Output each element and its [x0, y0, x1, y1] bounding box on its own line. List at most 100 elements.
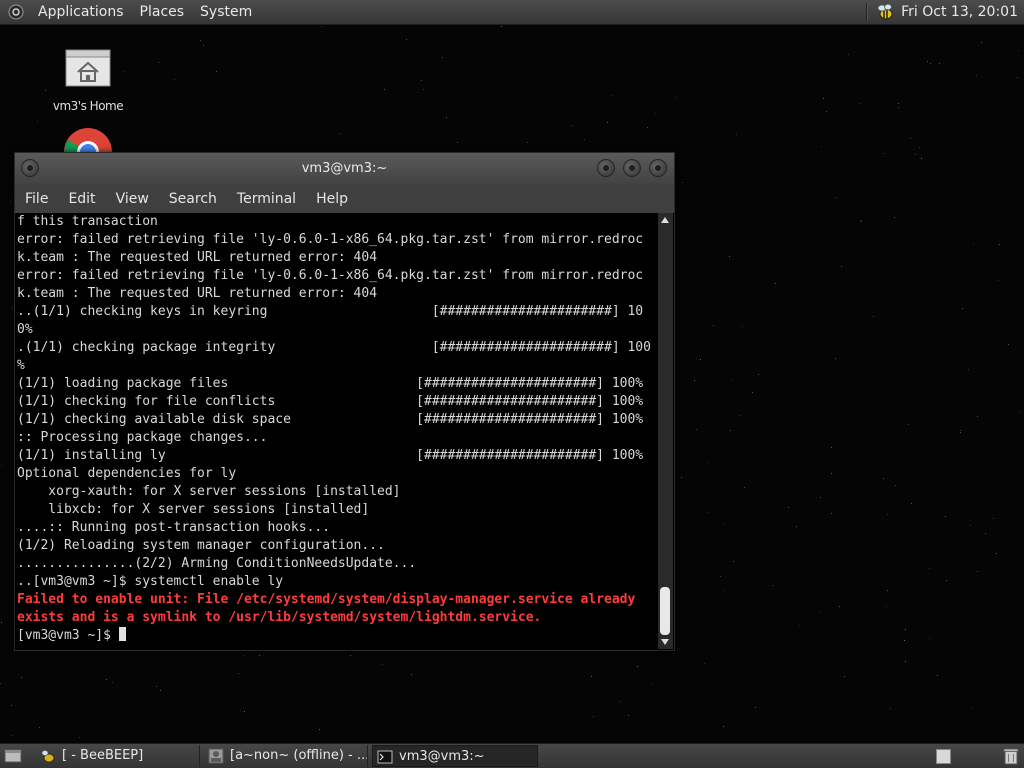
menu-edit[interactable]: Edit — [58, 185, 105, 213]
star-speck — [708, 462, 709, 463]
taskbar-item-beebeep[interactable]: [ - BeeBEEP] — [36, 745, 200, 767]
star-speck — [244, 711, 245, 712]
star-speck — [939, 63, 940, 64]
star-speck — [860, 103, 861, 104]
scroll-down-arrow-icon[interactable] — [661, 639, 669, 645]
home-folder-desktop-icon[interactable]: vm3's Home — [52, 44, 124, 113]
star-speck — [821, 146, 822, 147]
star-speck — [960, 430, 961, 431]
star-speck — [835, 358, 836, 359]
star-speck — [742, 326, 743, 327]
star-speck — [340, 133, 341, 134]
terminal-line: ..(1/1) checking keys in keyring [######… — [17, 303, 658, 321]
star-speck — [11, 735, 12, 736]
applications-menu[interactable]: Applications — [30, 0, 132, 24]
star-speck — [203, 45, 204, 46]
terminal-scrollbar[interactable] — [658, 213, 673, 649]
menu-view[interactable]: View — [106, 185, 159, 213]
menu-search[interactable]: Search — [159, 185, 227, 213]
minimize-button[interactable] — [597, 159, 615, 177]
star-speck — [937, 675, 938, 676]
maximize-button[interactable] — [623, 159, 641, 177]
star-speck — [890, 708, 891, 709]
star-speck — [238, 673, 239, 674]
star-speck — [200, 40, 201, 41]
star-speck — [696, 429, 697, 430]
scroll-up-arrow-icon[interactable] — [661, 217, 669, 223]
star-speck — [960, 432, 961, 433]
star-speck — [968, 369, 969, 370]
star-speck — [1018, 50, 1019, 51]
star-speck — [908, 424, 909, 425]
trash-icon[interactable] — [1003, 747, 1019, 765]
star-speck — [977, 416, 978, 417]
star-speck — [713, 325, 714, 326]
star-speck — [962, 308, 963, 309]
top-panel: Applications Places System Fri Oct 13, 2… — [0, 0, 1024, 25]
star-speck — [655, 113, 656, 114]
taskbar-item-terminal[interactable]: vm3@vm3:~ — [372, 745, 538, 767]
star-speck — [873, 316, 874, 317]
star-speck — [919, 147, 920, 148]
star-speck — [1008, 344, 1009, 345]
show-desktop-icon[interactable] — [4, 748, 22, 764]
star-speck — [911, 503, 912, 504]
star-speck — [977, 571, 978, 572]
star-speck — [411, 674, 412, 675]
star-speck — [708, 512, 709, 513]
star-speck — [12, 308, 13, 309]
home-folder-label: vm3's Home — [52, 99, 124, 113]
star-speck — [321, 26, 322, 27]
menu-logo-icon[interactable] — [8, 4, 24, 20]
menu-file[interactable]: File — [15, 185, 58, 213]
taskbar-item-label: [ - BeeBEEP] — [62, 748, 144, 763]
star-speck — [647, 127, 648, 128]
terminal-line-text: .(1/1) checking package integrity [#####… — [17, 340, 651, 355]
star-speck — [826, 111, 827, 112]
menu-terminal[interactable]: Terminal — [227, 185, 306, 213]
terminal-line-text: [vm3@vm3 ~]$ — [17, 628, 119, 643]
terminal-window[interactable]: vm3@vm3:~ File Edit View Search Terminal… — [14, 152, 675, 651]
star-speck — [905, 661, 906, 662]
close-button[interactable] — [649, 159, 667, 177]
star-speck — [887, 590, 888, 591]
terminal-line: % — [17, 357, 658, 375]
panel-clock[interactable]: Fri Oct 13, 20:01 — [901, 4, 1024, 20]
places-menu[interactable]: Places — [132, 0, 193, 24]
star-speck — [976, 75, 977, 76]
terminal-line-text: (1/1) loading package files [###########… — [17, 376, 644, 391]
terminal-line: error: failed retrieving file 'ly-0.6.0-… — [17, 267, 658, 285]
terminal-line-text: ....:: Running post-transaction hooks... — [17, 520, 331, 535]
star-speck — [652, 684, 653, 685]
star-speck — [10, 201, 11, 202]
terminal-line: k.team : The requested URL returned erro… — [17, 249, 658, 267]
terminal-line: ....:: Running post-transaction hooks... — [17, 519, 658, 537]
scrollbar-thumb[interactable] — [660, 587, 670, 635]
workspace-switcher[interactable] — [936, 749, 951, 764]
menu-help[interactable]: Help — [306, 185, 358, 213]
star-speck — [350, 655, 351, 656]
system-menu[interactable]: System — [192, 0, 260, 24]
beebeep-tray-icon[interactable] — [875, 3, 895, 21]
star-speck — [174, 79, 175, 80]
star-speck — [844, 676, 845, 677]
star-speck — [772, 585, 773, 586]
terminal-line: (1/1) installing ly [###################… — [17, 447, 658, 465]
taskbar-item-chat[interactable]: [a~non~ (offline) - ... — [204, 745, 368, 767]
star-speck — [730, 430, 731, 431]
star-speck — [382, 664, 383, 665]
star-speck — [820, 611, 821, 612]
star-speck — [887, 514, 888, 515]
star-speck — [981, 42, 982, 43]
star-speck — [744, 487, 745, 488]
star-speck — [927, 61, 928, 62]
star-speck — [694, 380, 695, 381]
terminal-menubar: File Edit View Search Terminal Help — [15, 185, 674, 213]
star-speck — [905, 629, 906, 630]
star-speck — [839, 606, 840, 607]
star-speck — [704, 663, 705, 664]
terminal-output[interactable]: f this transaction error: failed retrievi… — [15, 213, 658, 649]
terminal-titlebar[interactable]: vm3@vm3:~ — [15, 153, 674, 185]
terminal-line-text: (1/1) checking available disk space [###… — [17, 412, 644, 427]
star-speck — [37, 121, 38, 122]
